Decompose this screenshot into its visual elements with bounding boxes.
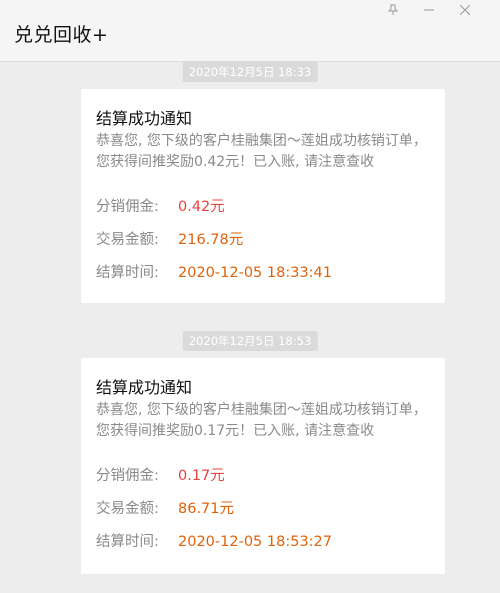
message-timestamp: 2020年12月5日 18:53 bbox=[182, 331, 318, 351]
commission-row: 分销佣金: 0.17元 bbox=[96, 464, 225, 485]
commission-label: 分销佣金: bbox=[96, 468, 159, 484]
time-label: 结算时间: bbox=[96, 265, 159, 281]
amount-label: 交易金额: bbox=[96, 232, 159, 248]
time-row: 结算时间: 2020-12-05 18:53:27 bbox=[96, 530, 332, 551]
amount-row: 交易金额: 86.71元 bbox=[96, 497, 234, 518]
time-value: 2020-12-05 18:33:41 bbox=[178, 265, 332, 281]
commission-value: 0.17元 bbox=[178, 468, 225, 484]
commission-value: 0.42元 bbox=[178, 199, 225, 215]
card-body: 恭喜您, 您下级的客户桂融集团～莲姐成功核销订单，您获得间推奖励0.42元！已入… bbox=[96, 133, 427, 170]
settlement-card[interactable]: 结算成功通知 恭喜您, 您下级的客户桂融集团～莲姐成功核销订单，您获得间推奖励0… bbox=[81, 89, 445, 303]
message-timestamp: 2020年12月5日 18:33 bbox=[182, 62, 318, 82]
commission-row: 分销佣金: 0.42元 bbox=[96, 195, 225, 216]
amount-row: 交易金额: 216.78元 bbox=[96, 228, 243, 249]
minimize-icon[interactable] bbox=[422, 3, 436, 17]
chat-title: 兑兑回收+ bbox=[14, 24, 109, 46]
amount-value: 216.78元 bbox=[178, 232, 244, 248]
commission-label: 分销佣金: bbox=[96, 199, 159, 215]
card-title: 结算成功通知 bbox=[96, 109, 193, 128]
amount-label: 交易金额: bbox=[96, 501, 159, 517]
time-label: 结算时间: bbox=[96, 534, 159, 550]
chat-header: 兑兑回收+ bbox=[0, 0, 500, 62]
card-title: 结算成功通知 bbox=[96, 378, 193, 397]
card-body: 恭喜您, 您下级的客户桂融集团～莲姐成功核销订单，您获得间推奖励0.17元！已入… bbox=[96, 402, 427, 439]
time-row: 结算时间: 2020-12-05 18:33:41 bbox=[96, 261, 332, 282]
settlement-card[interactable]: 结算成功通知 恭喜您, 您下级的客户桂融集团～莲姐成功核销订单，您获得间推奖励0… bbox=[81, 358, 445, 574]
pin-icon[interactable] bbox=[386, 3, 400, 17]
close-icon[interactable] bbox=[458, 3, 472, 17]
window-controls bbox=[386, 2, 494, 18]
amount-value: 86.71元 bbox=[178, 501, 235, 517]
time-value: 2020-12-05 18:53:27 bbox=[178, 534, 332, 550]
